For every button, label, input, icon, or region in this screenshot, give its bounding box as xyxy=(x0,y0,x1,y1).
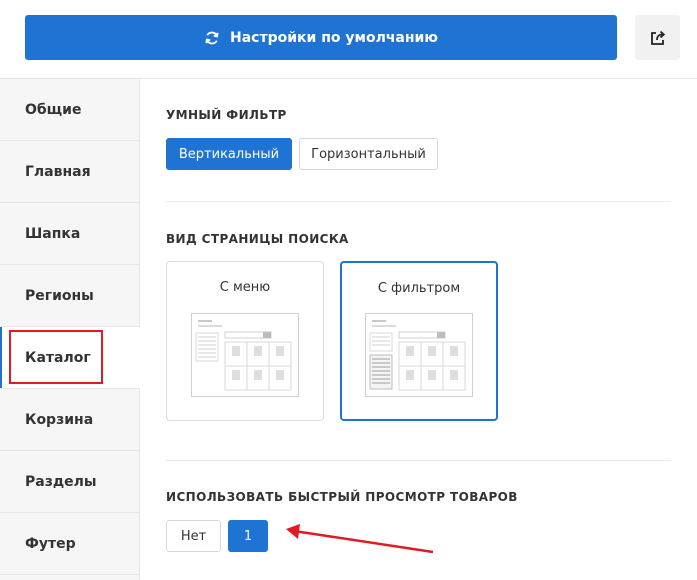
sidebar-item-label: Главная xyxy=(25,163,91,180)
sidebar-item-label: Общие xyxy=(25,101,82,118)
quick-view-title: ИСПОЛЬЗОВАТЬ БЫСТРЫЙ ПРОСМОТР ТОВАРОВ xyxy=(166,490,518,504)
card-label: С фильтром xyxy=(377,281,461,296)
quick-view-yes-button[interactable]: 1 xyxy=(228,520,268,552)
sidebar-item-regions[interactable]: Регионы xyxy=(0,265,139,327)
section-divider xyxy=(166,460,671,461)
settings-sidebar: Общие Главная Шапка Регионы Каталог Корз… xyxy=(0,79,140,580)
section-divider xyxy=(166,201,671,202)
smart-filter-horizontal-button[interactable]: Горизонтальный xyxy=(299,138,438,170)
quick-view-no-button[interactable]: Нет xyxy=(166,520,221,552)
sidebar-item-label: Шапка xyxy=(25,225,81,242)
smart-filter-title: УМНЫЙ ФИЛЬТР xyxy=(166,108,287,122)
search-page-filter-card[interactable]: С фильтром xyxy=(340,261,498,421)
sidebar-item-general[interactable]: Общие xyxy=(0,79,139,141)
reset-defaults-button[interactable]: Настройки по умолчанию xyxy=(25,15,617,60)
sidebar-item-label: Корзина xyxy=(25,411,94,428)
search-page-menu-card[interactable]: С меню xyxy=(166,261,324,421)
filter-layout-preview-icon xyxy=(365,313,473,397)
menu-layout-preview-icon xyxy=(191,313,299,397)
sidebar-item-footer[interactable]: Футер xyxy=(0,513,139,575)
sidebar-item-main[interactable]: Главная xyxy=(0,141,139,203)
sidebar-item-label: Футер xyxy=(25,535,76,552)
reset-defaults-label: Настройки по умолчанию xyxy=(230,29,438,46)
top-bar: Настройки по умолчанию xyxy=(0,0,697,79)
sidebar-item-label: Регионы xyxy=(25,287,94,304)
share-icon xyxy=(650,30,665,45)
search-page-title: ВИД СТРАНИЦЫ ПОИСКА xyxy=(166,232,349,246)
sidebar-item-header[interactable]: Шапка xyxy=(0,203,139,265)
smart-filter-vertical-button[interactable]: Вертикальный xyxy=(166,138,292,170)
card-label: С меню xyxy=(219,280,271,295)
refresh-icon xyxy=(205,31,219,44)
share-button[interactable] xyxy=(635,15,680,60)
sidebar-item-cart[interactable]: Корзина xyxy=(0,389,139,451)
sidebar-item-catalog[interactable]: Каталог xyxy=(0,327,140,389)
sidebar-item-label: Каталог xyxy=(25,349,91,366)
sidebar-item-sections[interactable]: Разделы xyxy=(0,451,139,513)
sidebar-item-label: Разделы xyxy=(25,473,97,490)
red-arrow-annotation-icon xyxy=(286,524,434,554)
